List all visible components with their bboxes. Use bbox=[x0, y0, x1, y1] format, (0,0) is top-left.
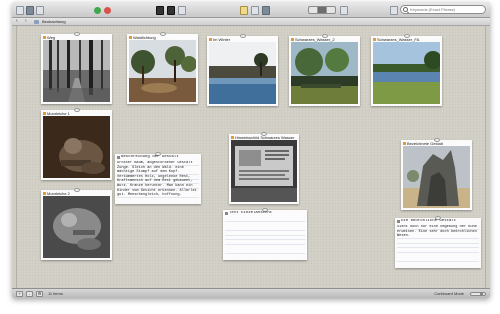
forward-arrow-icon[interactable]: › bbox=[25, 19, 31, 24]
index-card-hinweisschild[interactable]: Hinweisschild Schwarzes Wasser bbox=[229, 132, 299, 204]
index-card-waldlichtung[interactable]: Waldlichtung bbox=[127, 32, 198, 104]
keywords-icon bbox=[240, 5, 248, 15]
outline-mode-button[interactable] bbox=[178, 5, 186, 15]
add-card-button[interactable]: + bbox=[16, 290, 23, 297]
header-bar: ‹ › Beobachtung bbox=[12, 18, 490, 26]
image-file-icon bbox=[231, 136, 234, 139]
photo-forest-path bbox=[43, 40, 110, 102]
zoom-slider[interactable] bbox=[470, 291, 486, 296]
index-card-im-winter[interactable]: Im Winter bbox=[207, 34, 278, 106]
photo-winter-lake bbox=[209, 42, 276, 104]
status-bar: + - ⚙ 11 items Corkboard Mode bbox=[12, 288, 490, 298]
photo-lake-landscape bbox=[373, 42, 440, 104]
text-file-icon bbox=[225, 212, 228, 215]
index-card-schwarzes-wasser-2[interactable]: Schwarzes_Wasser_2 bbox=[289, 34, 360, 106]
corkboard-icon bbox=[167, 5, 175, 15]
image-file-icon bbox=[43, 36, 46, 39]
zoom-button[interactable] bbox=[340, 5, 348, 15]
toolbar bbox=[12, 2, 490, 18]
snapshot-button[interactable] bbox=[262, 5, 270, 15]
keywords-button[interactable] bbox=[240, 5, 248, 15]
documents-button[interactable] bbox=[26, 5, 34, 15]
search-field[interactable] bbox=[400, 5, 486, 14]
sidebar-icon bbox=[16, 5, 24, 15]
view-segmented-control[interactable] bbox=[308, 6, 336, 14]
outline-icon bbox=[178, 5, 186, 15]
card-title: Text Einzelansicht bbox=[229, 211, 273, 215]
breadcrumb[interactable]: Beobachtung bbox=[42, 19, 66, 24]
image-file-icon bbox=[43, 112, 46, 115]
delete-button[interactable] bbox=[104, 5, 111, 15]
view-mode-label: Corkboard Mode bbox=[434, 291, 464, 296]
index-card-bezeichnete-gestalt[interactable]: Bezeichnete Gestalt bbox=[401, 138, 472, 210]
card-title: Die bedrohliche Gestalt bbox=[401, 219, 457, 223]
card-title: Beschreibung der Gestalt bbox=[121, 155, 179, 159]
index-card-moorleiche-1[interactable]: Moorleiche 1 bbox=[41, 108, 112, 180]
scrivenings-icon bbox=[156, 5, 164, 15]
app-window: ‹ › Beobachtung Weg bbox=[12, 2, 490, 298]
folder-icon bbox=[26, 5, 34, 15]
snapshot-icon bbox=[262, 5, 270, 15]
magnifier-icon bbox=[390, 5, 398, 15]
search-icon bbox=[403, 7, 408, 12]
image-file-icon bbox=[209, 38, 212, 41]
index-card-moorleiche-2[interactable]: Moorleiche 2 bbox=[41, 188, 112, 260]
photo-bog-body-1 bbox=[43, 116, 110, 178]
photo-tree-figure bbox=[403, 146, 470, 208]
plus-icon bbox=[94, 6, 101, 14]
index-card-schwarzes-wasser-fa[interactable]: Schwarzes_Wasser_FA bbox=[371, 34, 442, 106]
item-count: 11 items bbox=[48, 291, 63, 296]
search-input[interactable] bbox=[410, 6, 484, 13]
sidebar-toggle-button[interactable] bbox=[16, 5, 24, 15]
minus-icon bbox=[104, 6, 111, 14]
card-synopsis: Grosser Baum, abgestorbener Gestalt Zung… bbox=[117, 161, 199, 202]
calendar-icon bbox=[36, 5, 44, 15]
text-file-icon bbox=[117, 156, 120, 159]
text-card-bedrohliche-gestalt[interactable]: Die bedrohliche Gestalt Sieht doch nur e… bbox=[395, 216, 481, 268]
photo-black-water bbox=[291, 42, 358, 104]
settings-gear-icon[interactable]: ⚙ bbox=[36, 290, 43, 297]
compile-button[interactable] bbox=[251, 5, 259, 15]
image-file-icon bbox=[291, 38, 294, 41]
corkboard[interactable]: Weg Waldlichtung Im Winter Schwarzes_Was… bbox=[16, 26, 486, 288]
image-file-icon bbox=[403, 142, 406, 145]
back-arrow-icon[interactable]: ‹ bbox=[16, 19, 22, 24]
image-file-icon bbox=[43, 192, 46, 195]
inspector-button[interactable] bbox=[36, 5, 44, 15]
add-button[interactable] bbox=[94, 5, 101, 15]
zoom-icon bbox=[340, 5, 348, 15]
photo-forest-clearing bbox=[129, 40, 196, 102]
index-card-weg[interactable]: Weg bbox=[41, 32, 112, 104]
remove-card-button[interactable]: - bbox=[26, 290, 33, 297]
card-synopsis: Sieht doch nur eine Umgebung der Ruhe er… bbox=[397, 225, 479, 266]
image-file-icon bbox=[373, 38, 376, 41]
corkboard-icon bbox=[34, 19, 39, 24]
compile-icon bbox=[251, 5, 259, 15]
card-synopsis bbox=[225, 217, 305, 258]
text-view-segmented[interactable] bbox=[308, 5, 336, 15]
image-file-icon bbox=[129, 36, 132, 39]
photo-bog-body-2 bbox=[43, 196, 110, 258]
text-file-icon bbox=[397, 220, 400, 223]
search-menu-button[interactable] bbox=[390, 5, 398, 15]
view-mode-button[interactable] bbox=[156, 5, 164, 15]
text-card-beschreibung[interactable]: Beschreibung der Gestalt Grosser Baum, a… bbox=[115, 152, 201, 204]
photo-information-sign bbox=[231, 140, 297, 202]
corkboard-mode-button[interactable] bbox=[167, 5, 175, 15]
text-card-text-einzelansicht[interactable]: Text Einzelansicht bbox=[223, 208, 307, 260]
